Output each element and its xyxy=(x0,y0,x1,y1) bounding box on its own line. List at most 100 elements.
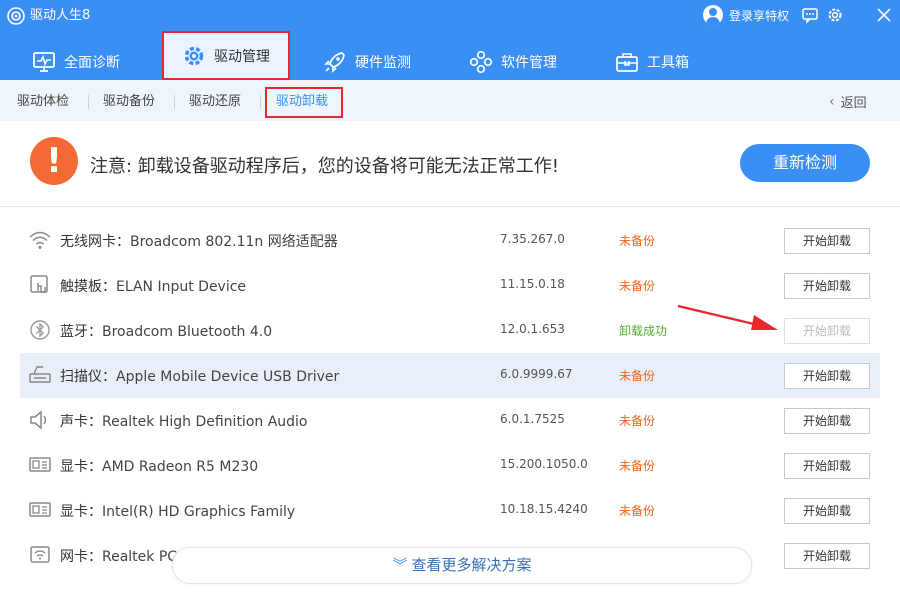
driver-type: 声卡： xyxy=(60,414,102,430)
tab-label: 硬件监测 xyxy=(355,55,411,71)
monitor-diagnosis-icon xyxy=(33,52,55,72)
title-bar: 驱动人生8 登录享特权 全面诊断 驱动管理 硬件监测 软件管理 工具箱 xyxy=(0,0,900,80)
uninstall-button[interactable]: 开始卸载 xyxy=(784,363,870,389)
back-button[interactable]: ‹ 返回 xyxy=(829,92,867,112)
tab-driver-management[interactable]: 驱动管理 xyxy=(162,31,290,80)
driver-version: 12.0.1.653 xyxy=(500,322,565,336)
app-title: 驱动人生8 xyxy=(30,8,91,23)
driver-label: 扫描仪：Apple Mobile Device USB Driver xyxy=(60,366,339,386)
driver-row: 显卡：Intel(R) HD Graphics Family 10.18.15.… xyxy=(20,488,880,533)
rescan-button[interactable]: 重新检测 xyxy=(740,144,870,182)
driver-label: 无线网卡：Broadcom 802.11n 网络适配器 xyxy=(60,231,338,251)
uninstall-button[interactable]: 开始卸载 xyxy=(784,543,870,569)
chevron-left-icon: ‹ xyxy=(829,93,835,110)
tab-label: 全面诊断 xyxy=(64,55,120,71)
driver-status: 卸载成功 xyxy=(619,324,668,338)
bluetooth-icon xyxy=(30,320,50,340)
driver-type: 显卡： xyxy=(60,459,102,475)
rocket-icon xyxy=(324,52,345,73)
toolbox-icon xyxy=(616,53,638,72)
warning-panel: ! 注意: 卸载设备驱动程序后，您的设备将可能无法正常工作! 重新检测 xyxy=(0,121,900,207)
driver-type: 扫描仪： xyxy=(60,369,116,385)
driver-name: Realtek High Definition Audio xyxy=(102,414,308,430)
driver-type: 蓝牙： xyxy=(60,324,102,340)
driver-version: 15.200.1050.0 xyxy=(500,457,588,471)
uninstall-button[interactable]: 开始卸载 xyxy=(784,318,870,344)
flower-apps-icon xyxy=(469,50,493,74)
driver-name: AMD Radeon R5 M230 xyxy=(102,459,259,475)
login-label: 登录享特权 xyxy=(729,8,790,23)
driver-type: 显卡： xyxy=(60,504,102,520)
app-logo-icon xyxy=(7,7,25,25)
uninstall-button[interactable]: 开始卸载 xyxy=(784,228,870,254)
driver-type: 无线网卡： xyxy=(60,234,130,250)
network-card-icon xyxy=(30,546,50,563)
uninstall-button[interactable]: 开始卸载 xyxy=(784,498,870,524)
tab-label: 驱动管理 xyxy=(214,48,270,65)
subtab-driver-backup[interactable]: 驱动备份 xyxy=(103,94,155,110)
driver-row: 声卡：Realtek High Definition Audio 6.0.1.7… xyxy=(20,398,880,443)
driver-status: 未备份 xyxy=(619,234,656,248)
close-icon[interactable] xyxy=(875,6,893,24)
driver-label: 声卡：Realtek High Definition Audio xyxy=(60,411,308,431)
driver-version: 7.35.267.0 xyxy=(500,232,565,246)
driver-version: 10.18.15.4240 xyxy=(500,502,588,516)
driver-name: Apple Mobile Device USB Driver xyxy=(116,369,340,385)
uninstall-button[interactable]: 开始卸载 xyxy=(784,408,870,434)
gear-icon xyxy=(184,46,204,65)
sub-tab-bar: 驱动体检 驱动备份 驱动还原 驱动卸载 xyxy=(0,80,900,121)
tab-hardware-monitor[interactable]: 硬件监测 xyxy=(323,44,411,80)
driver-row: 扫描仪：Apple Mobile Device USB Driver 6.0.9… xyxy=(20,353,880,398)
driver-version: 11.15.0.18 xyxy=(500,277,565,291)
driver-name: Broadcom 802.11n 网络适配器 xyxy=(130,234,338,250)
driver-type: 网卡： xyxy=(60,549,102,565)
tab-full-diagnosis[interactable]: 全面诊断 xyxy=(32,44,120,80)
uninstall-button[interactable]: 开始卸载 xyxy=(784,453,870,479)
uninstall-button[interactable]: 开始卸载 xyxy=(784,273,870,299)
double-chevron-down-icon: ︾ xyxy=(392,556,408,574)
driver-label: 触摸板：ELAN Input Device xyxy=(60,276,246,296)
driver-label: 显卡：Intel(R) HD Graphics Family xyxy=(60,501,295,521)
driver-label: 网卡：Realtek PC xyxy=(60,546,177,566)
driver-row: 无线网卡：Broadcom 802.11n 网络适配器 7.35.267.0 未… xyxy=(20,218,880,263)
wifi-icon xyxy=(29,231,51,249)
feedback-icon[interactable] xyxy=(801,6,819,24)
driver-name: Realtek PC xyxy=(102,549,178,565)
driver-row: 显卡：AMD Radeon R5 M230 15.200.1050.0 未备份 … xyxy=(20,443,880,488)
tab-label: 工具箱 xyxy=(647,55,689,71)
driver-name: Broadcom Bluetooth 4.0 xyxy=(102,324,273,340)
driver-name: Intel(R) HD Graphics Family xyxy=(102,504,296,520)
speaker-icon xyxy=(30,410,47,430)
tab-software-management[interactable]: 软件管理 xyxy=(469,44,557,80)
tab-toolbox[interactable]: 工具箱 xyxy=(615,44,689,80)
driver-name: ELAN Input Device xyxy=(116,279,247,295)
graphics-card-icon xyxy=(29,502,51,517)
divider xyxy=(174,95,175,109)
touchpad-icon xyxy=(30,275,48,293)
driver-row: 触摸板：ELAN Input Device 11.15.0.18 未备份 开始卸… xyxy=(20,263,880,308)
tab-label: 软件管理 xyxy=(501,55,557,71)
driver-status: 未备份 xyxy=(619,414,656,428)
driver-version: 6.0.1.7525 xyxy=(500,412,565,426)
driver-status: 未备份 xyxy=(619,279,656,293)
login-button[interactable]: 登录享特权 xyxy=(703,3,789,27)
view-more-label: 查看更多解决方案 xyxy=(411,556,532,574)
warning-text: 注意: 卸载设备驱动程序后，您的设备将可能无法正常工作! xyxy=(90,156,559,177)
subtab-driver-restore[interactable]: 驱动还原 xyxy=(189,94,241,110)
exclamation-warning-icon: ! xyxy=(30,137,78,185)
red-arrow-annotation xyxy=(677,304,778,330)
back-label: 返回 xyxy=(840,96,867,111)
driver-type: 触摸板： xyxy=(60,279,116,295)
avatar-icon xyxy=(703,5,723,25)
driver-label: 显卡：AMD Radeon R5 M230 xyxy=(60,456,258,476)
graphics-card-icon xyxy=(29,457,51,472)
divider xyxy=(260,95,261,109)
settings-gear-icon[interactable] xyxy=(826,6,844,24)
driver-version: 6.0.9999.67 xyxy=(500,367,573,381)
divider xyxy=(88,95,89,109)
driver-status: 未备份 xyxy=(619,369,656,383)
view-more-button[interactable]: ︾ 查看更多解决方案 xyxy=(172,547,752,584)
driver-status: 未备份 xyxy=(619,459,656,473)
highlight-box xyxy=(265,87,343,118)
subtab-driver-check[interactable]: 驱动体检 xyxy=(17,94,69,110)
